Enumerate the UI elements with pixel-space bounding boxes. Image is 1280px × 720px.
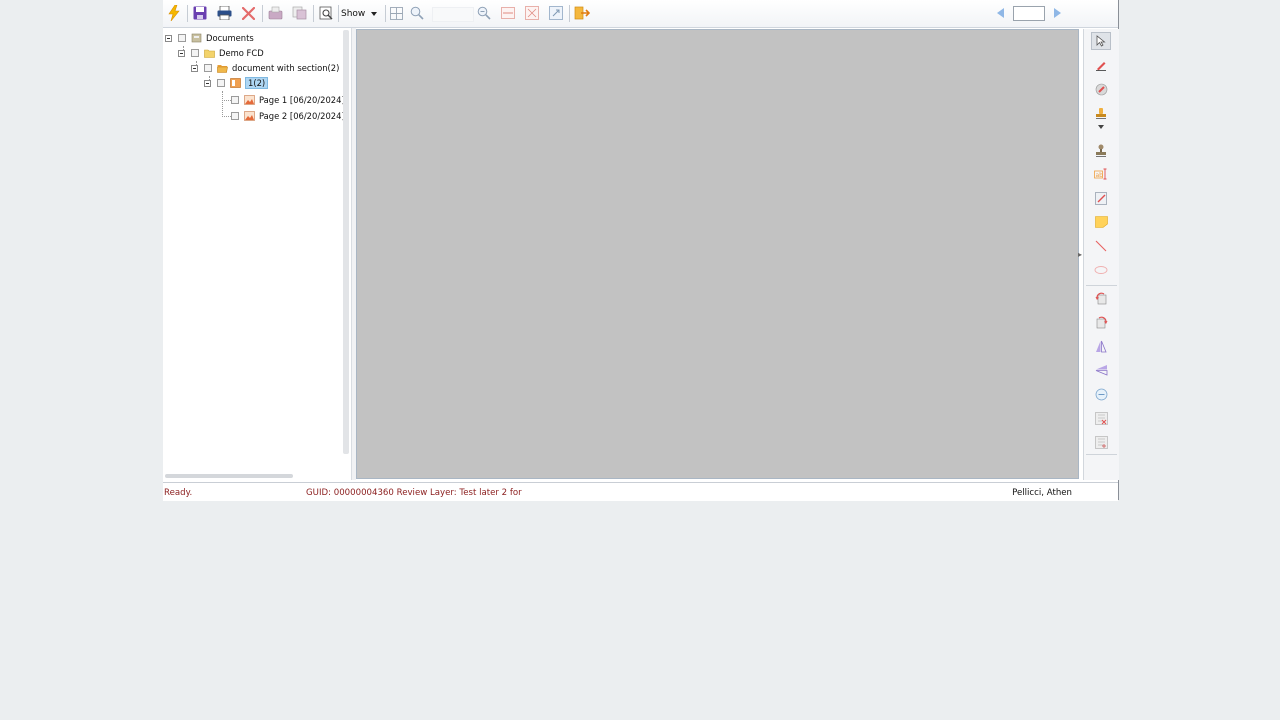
sticky-note-icon[interactable] [1091, 213, 1111, 231]
tree-label: document with section(2) [232, 63, 340, 73]
highlighter-icon[interactable] [1091, 80, 1111, 98]
status-ready-text: Ready. [164, 488, 193, 498]
tree-node-page-1[interactable]: Page 1 [06/20/2024] <D [231, 93, 344, 107]
toolbar-separator [187, 5, 188, 22]
note-edit-icon[interactable] [1091, 189, 1111, 207]
tree-label-selected: 1(2) [245, 77, 269, 89]
dropdown-icon[interactable] [1091, 122, 1111, 132]
tree-vertical-scrollbar[interactable] [343, 30, 349, 454]
section-icon [230, 78, 241, 88]
tree-node-page-2[interactable]: Page 2 [06/20/2024] <D [231, 109, 344, 123]
tree-label: Documents [206, 33, 254, 43]
application-window: Show Documents Demo FCD document with se… [163, 0, 1119, 501]
next-page-icon[interactable] [1048, 4, 1066, 22]
line-icon[interactable] [1091, 237, 1111, 255]
tree-label: Demo FCD [219, 48, 264, 58]
document-tree-panel: Documents Demo FCD document with section… [163, 28, 344, 480]
flip-vertical-icon[interactable] [1091, 337, 1111, 355]
status-user-name: Pellicci, Athen [1012, 488, 1072, 498]
main-toolbar: Show [163, 0, 1118, 28]
toolbar-separator [1086, 285, 1117, 286]
flip-horizontal-icon[interactable] [1091, 361, 1111, 379]
page-delete-icon[interactable] [1091, 409, 1111, 427]
rotate-180-icon[interactable] [1091, 385, 1111, 403]
print-icon[interactable] [215, 4, 233, 22]
tree-node-section[interactable]: 1(2) [204, 76, 269, 90]
page-image-icon [244, 95, 255, 105]
rubber-stamp-icon[interactable] [1091, 141, 1111, 159]
toolbar-separator [569, 5, 570, 22]
tree-connector [222, 116, 231, 117]
rotate-right-icon[interactable] [1091, 313, 1111, 331]
document-viewer[interactable] [356, 29, 1079, 479]
show-label: Show [341, 8, 366, 19]
collapse-toggle[interactable] [191, 64, 198, 72]
page-image-icon [244, 111, 255, 121]
stamp-icon[interactable] [1091, 104, 1111, 122]
page-insert-icon[interactable] [1091, 433, 1111, 451]
show-dropdown-button[interactable]: Show [341, 5, 378, 22]
toolbar-separator [1086, 454, 1117, 455]
tree-connector [222, 91, 223, 117]
collapse-toggle[interactable] [165, 34, 172, 42]
zoom-in-icon[interactable] [408, 4, 426, 22]
toolbar-separator [313, 5, 314, 22]
fit-page-icon[interactable] [523, 4, 541, 22]
node-checkbox[interactable] [204, 64, 212, 72]
prev-page-icon[interactable] [991, 4, 1009, 22]
collapse-toggle[interactable] [178, 49, 185, 57]
scan-icon[interactable] [317, 4, 335, 22]
rotate-left-icon[interactable] [1091, 289, 1111, 307]
delete-icon[interactable] [239, 4, 257, 22]
grid-icon[interactable] [387, 4, 405, 22]
node-checkbox[interactable] [178, 34, 186, 42]
pen-icon[interactable] [1091, 56, 1111, 74]
fax-icon[interactable] [266, 4, 284, 22]
text-icon[interactable]: ab [1091, 165, 1111, 183]
panel-collapse-grip[interactable]: ▸ [1078, 250, 1082, 259]
tree-label: Page 2 [06/20/2024] <D [259, 111, 344, 121]
toolbar-separator [262, 5, 263, 22]
node-checkbox[interactable] [231, 112, 239, 120]
folder-icon [204, 49, 215, 58]
annotation-toolbar: ab [1083, 29, 1119, 480]
exit-icon[interactable] [573, 4, 591, 22]
fit-width-icon[interactable] [499, 4, 517, 22]
zoom-level-input[interactable] [432, 7, 474, 22]
tree-horizontal-scrollbar[interactable] [165, 474, 293, 478]
zoom-out-icon[interactable] [475, 4, 493, 22]
node-checkbox[interactable] [191, 49, 199, 57]
tree-node-documents[interactable]: Documents [165, 31, 254, 45]
tree-label: Page 1 [06/20/2024] <D [259, 95, 344, 105]
select-pointer-icon[interactable] [1091, 32, 1111, 50]
tree-node-document[interactable]: document with section(2) [191, 61, 339, 75]
node-checkbox[interactable] [231, 96, 239, 104]
ellipse-icon[interactable] [1091, 261, 1111, 279]
toolbar-separator [385, 5, 386, 22]
toolbar-separator [338, 5, 339, 22]
page-number-input[interactable] [1013, 6, 1045, 21]
documents-cabinet-icon [191, 33, 202, 43]
copy-icon[interactable] [290, 4, 308, 22]
lightning-icon[interactable] [165, 4, 183, 22]
actual-size-icon[interactable] [547, 4, 565, 22]
node-checkbox[interactable] [217, 79, 225, 87]
collapse-toggle[interactable] [204, 79, 211, 87]
save-icon[interactable] [191, 4, 209, 22]
svg-text:ab: ab [1096, 172, 1104, 179]
tree-connector [222, 100, 231, 101]
status-bar: Ready. GUID: 00000004360 Review Layer: T… [163, 482, 1118, 501]
open-folder-icon [217, 65, 228, 73]
chevron-down-icon [371, 11, 378, 16]
tree-node-folder[interactable]: Demo FCD [178, 46, 264, 60]
status-message-text: GUID: 00000004360 Review Layer: Test lat… [306, 488, 522, 498]
